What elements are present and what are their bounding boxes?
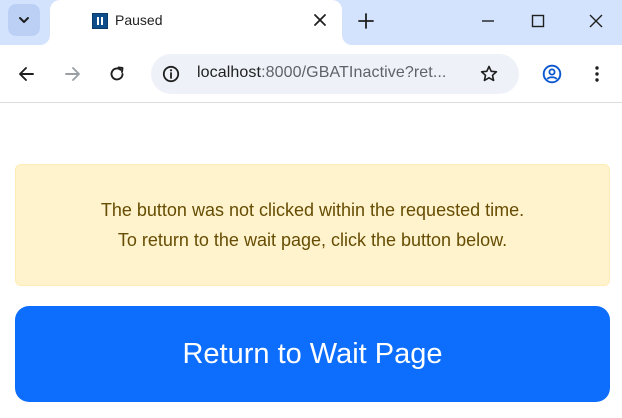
forward-arrow-icon[interactable] <box>62 64 82 84</box>
tab-search-button[interactable] <box>8 4 40 36</box>
active-tab[interactable]: Paused <box>50 0 342 45</box>
alert-message-line-1: The button was not clicked within the re… <box>100 200 525 220</box>
tab-title: Paused <box>115 12 163 28</box>
timeout-alert: The button was not clicked within the re… <box>15 164 610 286</box>
more-menu-icon[interactable] <box>587 64 607 84</box>
maximize-icon[interactable] <box>528 11 548 31</box>
minimize-icon[interactable] <box>478 11 498 31</box>
return-to-wait-page-button[interactable]: Return to Wait Page <box>15 306 610 402</box>
reload-icon[interactable] <box>107 64 127 84</box>
bookmark-star-icon[interactable] <box>479 64 499 84</box>
new-tab-icon[interactable] <box>356 11 376 31</box>
profile-icon[interactable] <box>542 64 562 84</box>
url-text[interactable]: localhost:8000/GBATInactive?ret... <box>197 64 446 82</box>
pause-favicon-icon <box>92 13 108 29</box>
url-host: localhost <box>197 64 262 81</box>
back-arrow-icon[interactable] <box>17 64 37 84</box>
close-tab-icon[interactable] <box>312 12 328 28</box>
site-info-icon[interactable] <box>162 65 180 83</box>
close-window-icon[interactable] <box>586 11 606 31</box>
browser-toolbar: localhost:8000/GBATInactive?ret... <box>0 45 622 103</box>
chevron-down-icon <box>19 17 29 23</box>
url-path: :8000/GBATInactive?ret... <box>261 64 447 81</box>
tab-strip: Paused <box>0 0 622 45</box>
alert-message-line-2: To return to the wait page, click the bu… <box>117 230 508 250</box>
address-bar[interactable]: localhost:8000/GBATInactive?ret... <box>151 54 519 94</box>
